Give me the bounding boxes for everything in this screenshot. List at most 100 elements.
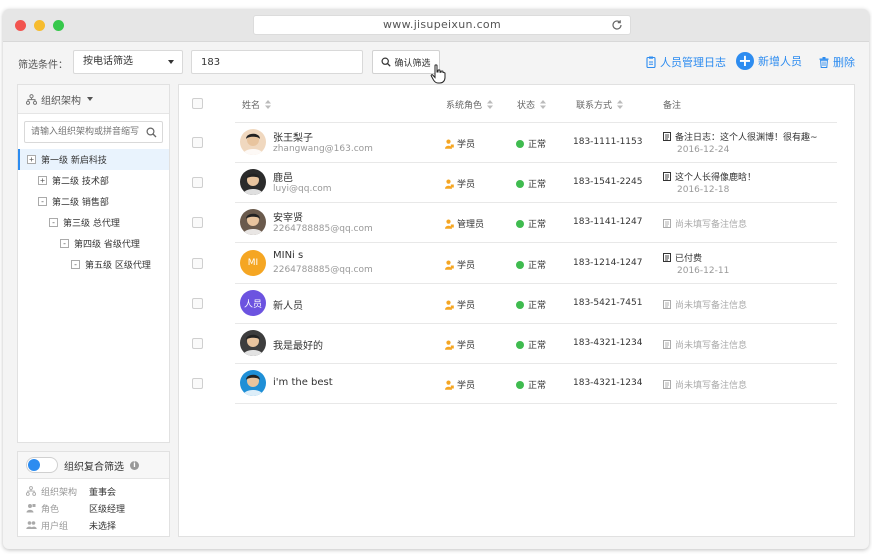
- phone-number: 183-4321-1234: [573, 338, 643, 348]
- row-checkbox[interactable]: [192, 338, 203, 349]
- person-name[interactable]: 鹿邑: [273, 169, 293, 184]
- column-header-contact[interactable]: 联系方式: [576, 98, 624, 111]
- status-dot-icon: [516, 300, 524, 309]
- maximize-window-button[interactable]: [53, 20, 64, 31]
- plus-icon: +: [736, 52, 754, 70]
- delete-button[interactable]: 删除: [819, 54, 855, 70]
- note-cell[interactable]: 尚未填写备注信息: [663, 338, 747, 351]
- filter-label: 筛选条件：: [18, 60, 68, 71]
- note-cell[interactable]: 尚未填写备注信息: [663, 378, 747, 391]
- column-header-name[interactable]: 姓名: [242, 98, 272, 111]
- phone-number: 183-1214-1247: [573, 258, 643, 268]
- note-cell[interactable]: 尚未填写备注信息: [663, 217, 747, 230]
- composite-filter-switch[interactable]: [26, 457, 58, 473]
- person-name[interactable]: 我是最好的: [273, 337, 323, 352]
- composite-value: 未选择: [89, 521, 117, 532]
- sort-icon[interactable]: [265, 100, 272, 109]
- tree-node-level-1[interactable]: + 第一级 新启科技: [18, 149, 169, 170]
- tree-node-provincial-agent[interactable]: - 第四级 省级代理: [18, 233, 169, 254]
- note-icon: [663, 172, 671, 181]
- role-cell: 学员: [445, 137, 475, 150]
- filter-value-input[interactable]: [191, 50, 363, 74]
- org-search-input[interactable]: [25, 122, 162, 142]
- composite-value: 董事会: [89, 487, 117, 498]
- tree-node-sales-dept[interactable]: - 第二级 销售部: [18, 191, 169, 212]
- minimize-window-button[interactable]: [34, 20, 45, 31]
- role-icon: [26, 503, 38, 513]
- add-person-label: 新增人员: [758, 55, 802, 68]
- management-log-link[interactable]: 人员管理日志: [646, 54, 726, 70]
- role-icon: [445, 300, 454, 310]
- composite-row-org[interactable]: 组织架构 董事会: [18, 483, 169, 499]
- tree-node-label: 第二级 销售部: [52, 198, 109, 208]
- phone-number: 183-1541-2245: [573, 177, 643, 187]
- table-row[interactable]: 张王梨子 zhangwang@163.com 学员 正常 183-1111-1153 备注…: [235, 123, 837, 163]
- note-date: 2016-12-24: [677, 145, 730, 155]
- row-checkbox[interactable]: [192, 258, 203, 269]
- row-checkbox[interactable]: [192, 217, 203, 228]
- filter-type-select[interactable]: 按电话筛选: [73, 50, 183, 74]
- row-checkbox[interactable]: [192, 137, 203, 148]
- phone-number: 183-1141-1247: [573, 217, 643, 227]
- caret-down-icon[interactable]: [87, 97, 93, 101]
- composite-row-role[interactable]: 角色 区级经理: [18, 500, 169, 516]
- sort-icon[interactable]: [540, 100, 547, 109]
- address-bar[interactable]: www.jisupeixun.com: [253, 15, 631, 35]
- column-header-note: 备注: [663, 98, 681, 111]
- reload-icon[interactable]: [611, 19, 623, 31]
- user-photo-icon: [243, 334, 263, 356]
- row-checkbox[interactable]: [192, 378, 203, 389]
- close-window-button[interactable]: [15, 20, 26, 31]
- collapse-toggle[interactable]: -: [49, 218, 58, 227]
- table-row[interactable]: 人员 新人员 学员 正常 183-5421-7451 尚未填写备注信息: [235, 284, 837, 324]
- hand-cursor-icon: [430, 64, 446, 84]
- note-cell[interactable]: 已付费: [663, 251, 702, 264]
- column-header-status[interactable]: 状态: [517, 98, 547, 111]
- status-label: 正常: [528, 140, 547, 150]
- sort-icon[interactable]: [487, 100, 494, 109]
- search-icon[interactable]: [146, 127, 157, 138]
- tree-node-district-agent[interactable]: - 第五级 区级代理: [18, 254, 169, 275]
- user-photo-icon: [243, 133, 263, 155]
- select-all-checkbox[interactable]: [192, 98, 203, 109]
- tree-node-general-agent[interactable]: - 第三级 总代理: [18, 212, 169, 233]
- info-icon[interactable]: i: [130, 460, 139, 470]
- person-name[interactable]: MINi s: [273, 250, 303, 261]
- column-header-label: 姓名: [242, 101, 261, 111]
- note-cell[interactable]: 这个人长得像鹿晗！: [663, 170, 756, 183]
- composite-filter-title: 组织复合筛选: [64, 461, 124, 473]
- sort-icon[interactable]: [617, 100, 624, 109]
- note-cell[interactable]: 备注日志：这个人很渊博！很有趣~: [663, 130, 818, 143]
- person-name[interactable]: 张王梨子: [273, 129, 313, 144]
- note-icon: [663, 300, 671, 309]
- row-checkbox[interactable]: [192, 298, 203, 309]
- row-checkbox[interactable]: [192, 177, 203, 188]
- status-cell: 正常: [516, 378, 546, 391]
- status-cell: 正常: [516, 338, 546, 351]
- person-name[interactable]: 安宰贤: [273, 209, 303, 224]
- composite-row-user-group[interactable]: 用户组 未选择: [18, 517, 169, 533]
- add-person-button[interactable]: + 新增人员: [736, 52, 802, 70]
- column-header-role[interactable]: 系统角色: [446, 98, 494, 111]
- expand-toggle[interactable]: +: [38, 176, 47, 185]
- table-row[interactable]: 安宰贤 2264788885@qq.com 管理员 正常 183-1141-1247 尚未…: [235, 203, 837, 243]
- note-text: 尚未填写备注信息: [675, 381, 748, 391]
- expand-toggle[interactable]: +: [27, 155, 36, 164]
- note-cell[interactable]: 尚未填写备注信息: [663, 298, 747, 311]
- person-name[interactable]: 新人员: [273, 297, 303, 312]
- collapse-toggle[interactable]: -: [38, 197, 47, 206]
- table-row[interactable]: i'm the best 学员 正常 183-4321-1234 尚未填写备注信息: [235, 364, 837, 404]
- composite-key: 角色: [41, 504, 60, 515]
- org-tree-header[interactable]: 组织架构: [18, 85, 169, 114]
- note-icon: [663, 380, 671, 389]
- table-row[interactable]: MI MINi s 2264788885@qq.com 学员 正常 183-1214-12…: [235, 244, 837, 284]
- person-name[interactable]: i'm the best: [273, 377, 333, 388]
- avatar: [240, 129, 266, 155]
- tree-node-tech-dept[interactable]: + 第二级 技术部: [18, 170, 169, 191]
- collapse-toggle[interactable]: -: [71, 260, 80, 269]
- avatar-initials: 人员: [243, 299, 262, 310]
- table-row[interactable]: 我是最好的 学员 正常 183-4321-1234 尚未填写备注信息: [235, 324, 837, 364]
- table-row[interactable]: 鹿邑 luyi@qq.com 学员 正常 183-1541-2245 这个人长得像鹿晗！ 2…: [235, 163, 837, 203]
- collapse-toggle[interactable]: -: [60, 239, 69, 248]
- role-cell: 学员: [445, 258, 475, 271]
